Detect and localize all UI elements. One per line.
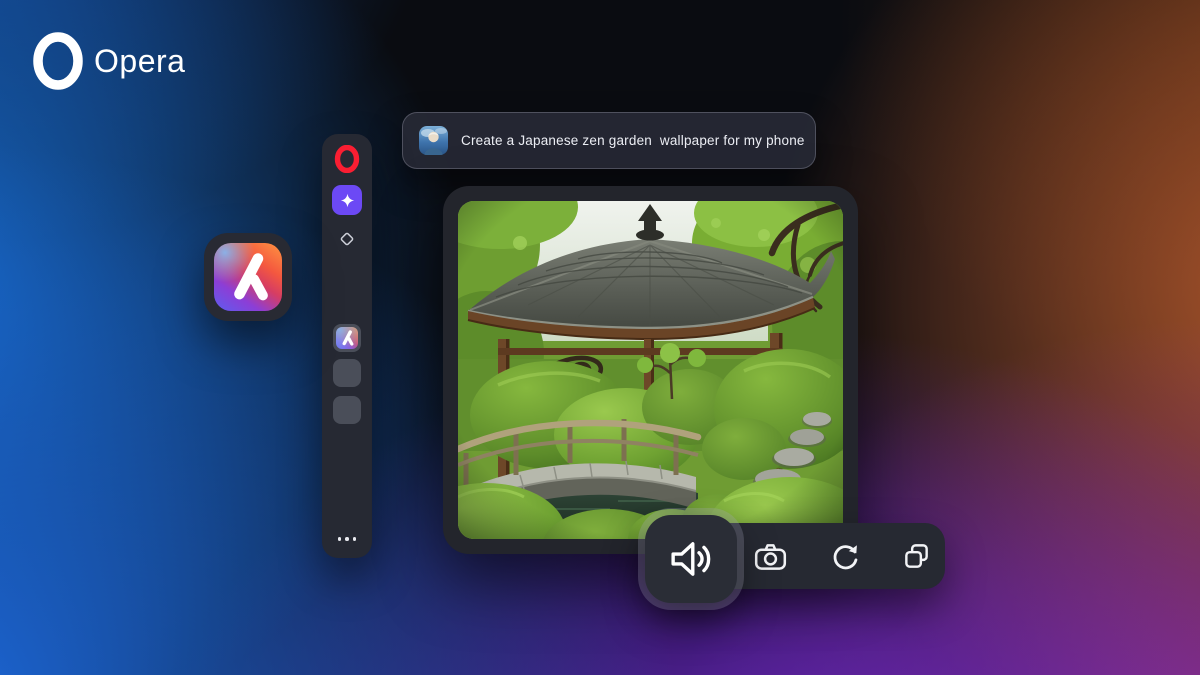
generated-image-card [443,186,858,554]
aria-logo-icon [336,327,358,349]
copy-button[interactable] [891,523,941,589]
zen-garden-image [458,201,843,539]
prompt-text: Create a Japanese zen garden wallpaper f… [461,133,805,148]
opera-ring-icon [33,32,83,90]
sidebar-item-aria-ai[interactable] [332,185,362,215]
capture-button[interactable] [745,523,795,589]
aria-app-tile[interactable] [204,233,292,321]
opera-wordmark: Opera [94,42,186,79]
prompt-bubble: Create a Japanese zen garden wallpaper f… [402,112,816,169]
sidebar-more-button[interactable] [322,532,372,546]
opera-aria-promo: Opera Create a Japanese zen garden wallp… [0,0,1200,675]
speaker-icon [671,542,711,576]
sidebar-item-aria-app[interactable] [333,324,361,352]
browser-sidebar [322,134,372,558]
copy-icon [904,543,928,568]
user-avatar [419,126,448,155]
refresh-icon [833,544,857,569]
regenerate-button[interactable] [820,523,870,589]
sidebar-placeholder-tile [333,359,361,387]
opera-o-icon [334,145,360,173]
sidebar-item-diamond[interactable] [338,230,356,248]
camera-icon [754,543,786,570]
ellipsis-icon [337,537,342,541]
sidebar-placeholder-tile [333,396,361,424]
read-aloud-button[interactable] [645,515,737,603]
sidebar-item-opera-menu[interactable] [333,145,361,173]
diamond-outline-icon [340,232,354,246]
sparkle-icon [340,193,354,207]
aria-logo-icon [214,243,282,311]
opera-logo: Opera [30,32,185,90]
